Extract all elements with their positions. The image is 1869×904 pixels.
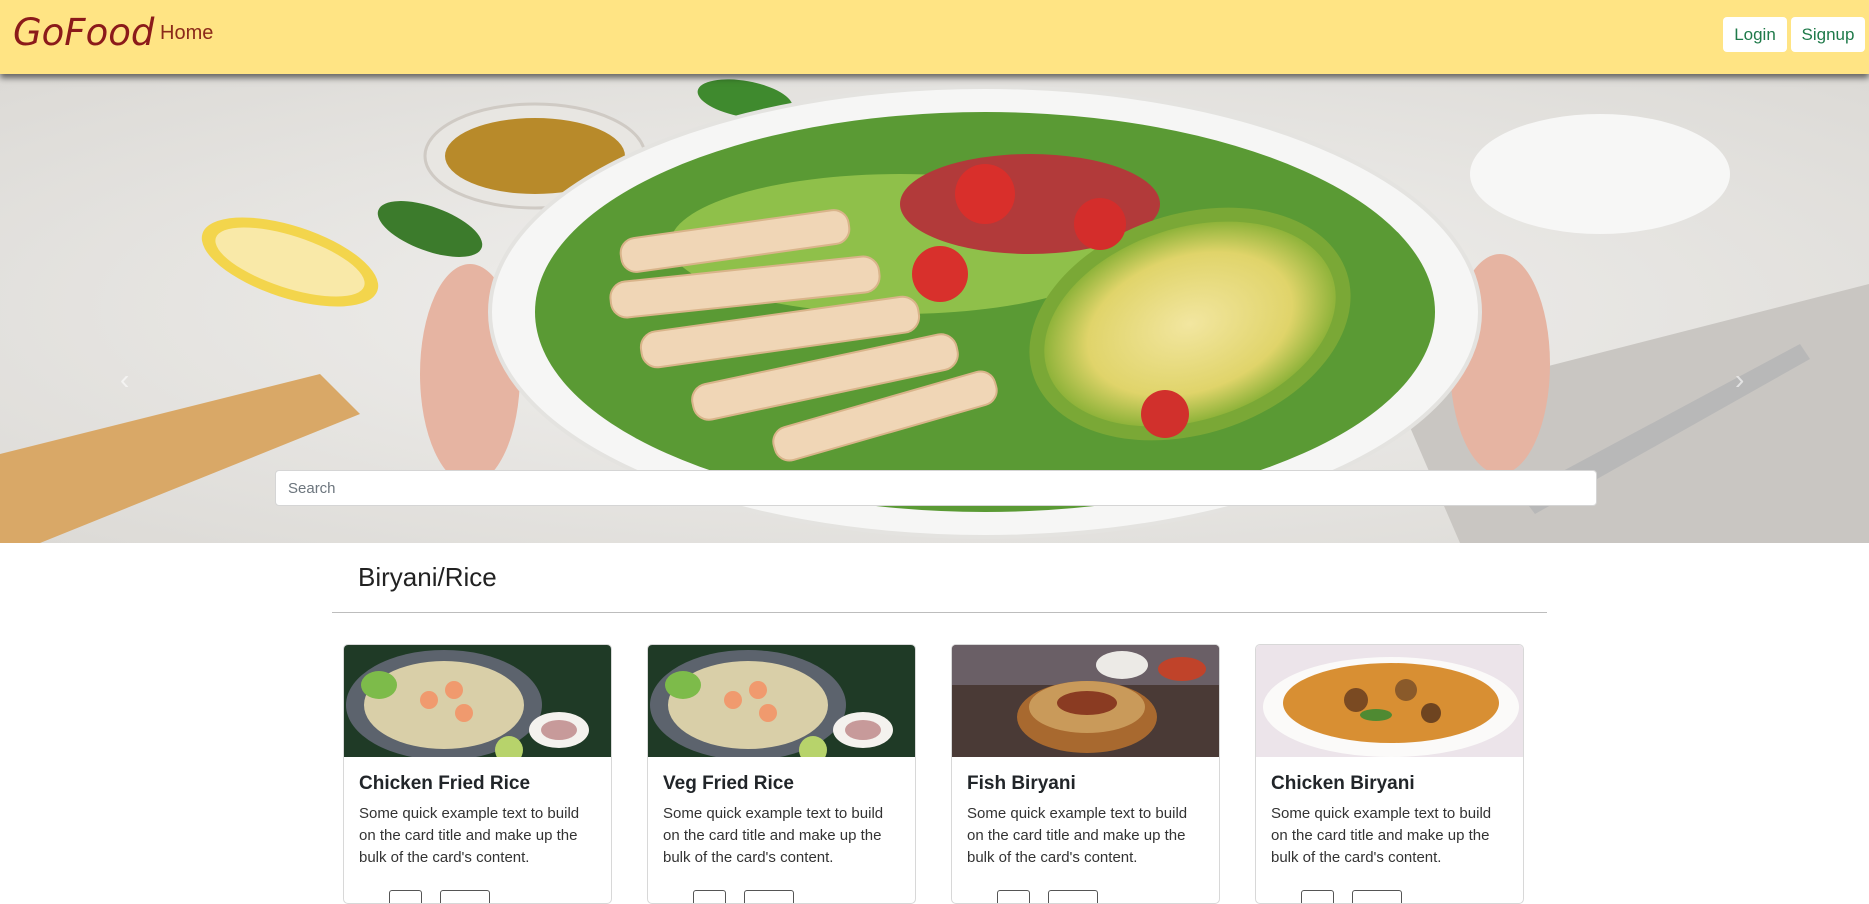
food-card: Veg Fried Rice Some quick example text t… (647, 644, 916, 904)
card-image (952, 645, 1219, 757)
card-text: Some quick example text to build on the … (359, 805, 580, 866)
navbar: GoFood Home Login Signup (0, 0, 1869, 74)
carousel-next-icon[interactable]: › (1735, 364, 1763, 395)
login-button[interactable]: Login (1723, 17, 1787, 52)
card-title: Fish Biryani (967, 773, 1076, 794)
search-input[interactable] (275, 470, 1597, 506)
card-text: Some quick example text to build on the … (1271, 805, 1492, 866)
category-title: Biryani/Rice (358, 562, 497, 592)
card-text: Some quick example text to build on the … (967, 805, 1188, 866)
size-select[interactable] (1352, 890, 1402, 903)
card-image (1256, 645, 1523, 757)
card-image (344, 645, 611, 757)
quantity-select[interactable] (389, 890, 422, 903)
card-title: Chicken Fried Rice (359, 773, 531, 794)
food-card: Chicken Fried Rice Some quick example te… (343, 644, 612, 904)
carousel-prev-icon[interactable]: ‹ (120, 364, 148, 395)
food-card: Fish Biryani Some quick example text to … (951, 644, 1220, 904)
category-divider (332, 612, 1547, 613)
size-select[interactable] (440, 890, 490, 903)
card-image (648, 645, 915, 757)
card-text: Some quick example text to build on the … (663, 805, 884, 866)
quantity-select[interactable] (997, 890, 1030, 903)
nav-home-link[interactable]: Home (160, 22, 213, 45)
card-title: Chicken Biryani (1271, 773, 1415, 794)
signup-button[interactable]: Signup (1791, 17, 1865, 52)
quantity-select[interactable] (693, 890, 726, 903)
brand-logo[interactable]: GoFood (13, 11, 154, 54)
food-card: Chicken Biryani Some quick example text … (1255, 644, 1524, 904)
size-select[interactable] (1048, 890, 1098, 903)
card-title: Veg Fried Rice (663, 773, 794, 794)
quantity-select[interactable] (1301, 890, 1334, 903)
size-select[interactable] (744, 890, 794, 903)
